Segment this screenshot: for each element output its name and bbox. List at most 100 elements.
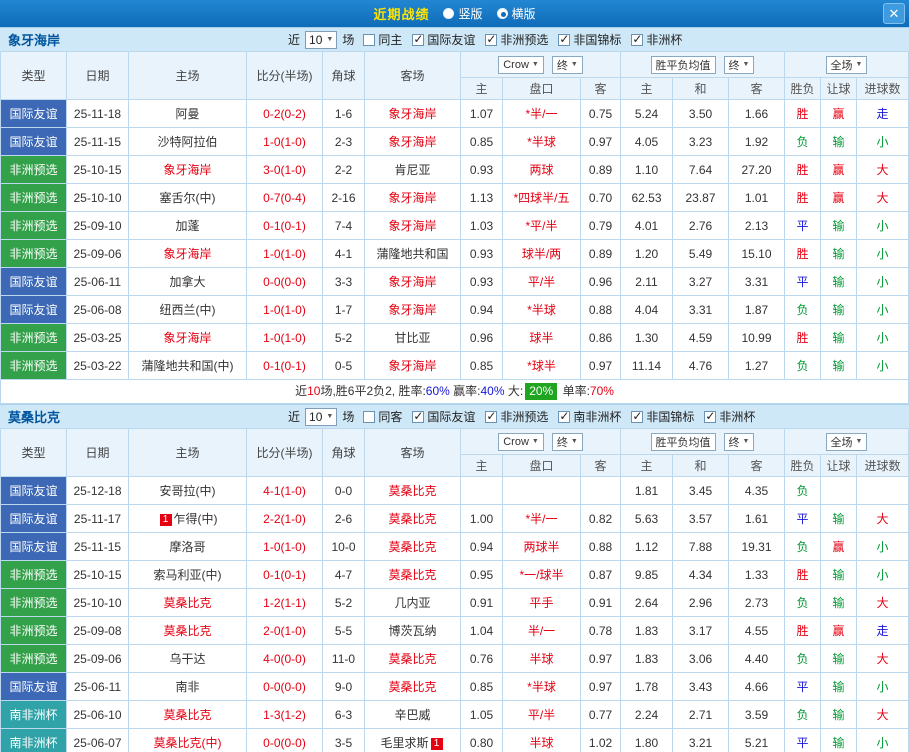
corners: 1-7: [323, 296, 365, 324]
filter-bar: 近 10▼ 场 同主国际友谊非洲预选非国锦标非洲杯: [288, 31, 682, 49]
avg-home: 1.83: [621, 645, 673, 673]
result-win-draw-loss: 平: [785, 268, 821, 296]
corners: 3-5: [323, 729, 365, 752]
match-date: 25-06-10: [67, 701, 129, 729]
checkbox-icon[interactable]: [704, 411, 716, 423]
checkbox-icon[interactable]: [412, 34, 424, 46]
checkbox-icon[interactable]: [631, 34, 643, 46]
filter-checkbox[interactable]: 南非洲杯: [558, 408, 621, 425]
radio-vertical-layout[interactable]: 竖版: [443, 5, 482, 22]
away-team: 莫桑比克: [365, 505, 461, 533]
result-goals: 小: [857, 240, 909, 268]
result-goals: 走: [857, 100, 909, 128]
avg-away: 1.61: [729, 505, 785, 533]
avg-away: 1.01: [729, 184, 785, 212]
filter-checkbox[interactable]: 非洲预选: [485, 31, 548, 48]
league-type-badge: 非洲预选: [1, 240, 67, 268]
home-team: 象牙海岸: [129, 240, 247, 268]
radio-icon[interactable]: [497, 8, 508, 19]
away-team: 莫桑比克: [365, 533, 461, 561]
wdl-average-button[interactable]: 胜平负均值: [651, 56, 716, 74]
match-date: 25-06-11: [67, 673, 129, 701]
full-match-select[interactable]: 全场▼: [826, 433, 868, 451]
scope-group-header: 全场▼: [785, 429, 909, 455]
checkbox-icon[interactable]: [363, 411, 375, 423]
match-row: 非洲预选25-09-06象牙海岸1-0(1-0)4-1蒲隆地共和国0.93球半/…: [1, 240, 909, 268]
avg-away: 4.66: [729, 673, 785, 701]
filter-checkbox[interactable]: 同客: [363, 408, 402, 425]
match-row: 非洲预选25-10-10莫桑比克1-2(1-1)5-2几内亚0.91平手0.91…: [1, 589, 909, 617]
checkbox-icon[interactable]: [558, 34, 570, 46]
close-icon[interactable]: ✕: [883, 3, 905, 24]
home-odds: 0.94: [461, 296, 503, 324]
result-win-draw-loss: 负: [785, 589, 821, 617]
match-row: 国际友谊25-11-15沙特阿拉伯1-0(1-0)2-3象牙海岸0.85*半球0…: [1, 128, 909, 156]
chevron-down-icon: ▼: [856, 438, 863, 445]
match-count-select[interactable]: 10▼: [305, 31, 337, 49]
home-team: 安哥拉(中): [129, 477, 247, 505]
match-row: 非洲预选25-10-10塞舌尔(中)0-7(0-4)2-16象牙海岸1.13*四…: [1, 184, 909, 212]
filter-checkbox[interactable]: 非洲杯: [631, 31, 682, 48]
checkbox-icon[interactable]: [485, 34, 497, 46]
filter-label: 国际友谊: [427, 408, 475, 425]
final-odds-select[interactable]: 终▼: [552, 433, 583, 451]
filter-checkbox[interactable]: 国际友谊: [412, 408, 475, 425]
league-type-badge: 非洲预选: [1, 324, 67, 352]
filter-checkbox[interactable]: 非洲预选: [485, 408, 548, 425]
avg-home: 4.05: [621, 128, 673, 156]
match-date: 25-06-11: [67, 268, 129, 296]
titlebar: 近期战绩 竖版 横版 ✕: [0, 0, 909, 27]
score: 1-3(1-2): [247, 701, 323, 729]
summary-row: 近10场,胜6平2负2, 胜率:60% 赢率:40% 大:20% 单率:70%: [0, 380, 909, 404]
handicap: 平手: [503, 589, 581, 617]
chevron-down-icon: ▼: [571, 61, 578, 68]
match-date: 25-11-15: [67, 128, 129, 156]
filter-checkbox[interactable]: 同主: [363, 31, 402, 48]
checkbox-icon[interactable]: [558, 411, 570, 423]
checkbox-icon[interactable]: [363, 34, 375, 46]
score: 1-0(1-0): [247, 128, 323, 156]
filter-checkbox[interactable]: 非国锦标: [631, 408, 694, 425]
avg-draw: 2.76: [673, 212, 729, 240]
filter-checkbox[interactable]: 非洲杯: [704, 408, 755, 425]
corners: 1-6: [323, 100, 365, 128]
radio-horizontal-layout[interactable]: 横版: [497, 5, 536, 22]
match-count-select[interactable]: 10▼: [305, 408, 337, 426]
final-odds-select[interactable]: 终▼: [552, 56, 583, 74]
home-team: 加蓬: [129, 212, 247, 240]
col-corner: 角球: [323, 52, 365, 100]
avg-draw: 7.88: [673, 533, 729, 561]
checkbox-icon[interactable]: [485, 411, 497, 423]
result-handicap: 输: [821, 645, 857, 673]
filter-label: 非国锦标: [573, 31, 621, 48]
home-team: 象牙海岸: [129, 324, 247, 352]
away-odds: 0.78: [581, 617, 621, 645]
final-average-select[interactable]: 终▼: [724, 56, 755, 74]
avg-away: 15.10: [729, 240, 785, 268]
score: 4-0(0-0): [247, 645, 323, 673]
team-name: 莫桑比克: [8, 407, 60, 426]
wdl-average-button[interactable]: 胜平负均值: [651, 433, 716, 451]
league-type-badge: 国际友谊: [1, 477, 67, 505]
away-team: 莫桑比克: [365, 477, 461, 505]
result-handicap: 输: [821, 352, 857, 380]
home-team: 象牙海岸: [129, 156, 247, 184]
checkbox-icon[interactable]: [412, 411, 424, 423]
final-average-select[interactable]: 终▼: [724, 433, 755, 451]
filter-checkbox[interactable]: 非国锦标: [558, 31, 621, 48]
radio-icon[interactable]: [443, 8, 454, 19]
checkbox-icon[interactable]: [631, 411, 643, 423]
result-goals: 小: [857, 212, 909, 240]
avg-draw: 7.64: [673, 156, 729, 184]
filter-checkboxes: 同主国际友谊非洲预选 非国锦标非洲杯: [363, 31, 682, 48]
result-goals: 大: [857, 184, 909, 212]
match-row: 国际友谊25-11-171乍得(中)2-2(1-0)2-6莫桑比克1.00*半/…: [1, 505, 909, 533]
corners: 4-7: [323, 561, 365, 589]
bookmaker-select[interactable]: Crow▼: [498, 56, 544, 74]
filter-checkbox[interactable]: 国际友谊: [412, 31, 475, 48]
match-date: 25-09-08: [67, 617, 129, 645]
bookmaker-select[interactable]: Crow▼: [498, 433, 544, 451]
away-team: 象牙海岸: [365, 128, 461, 156]
sub-col: 主: [461, 78, 503, 100]
full-match-select[interactable]: 全场▼: [826, 56, 868, 74]
